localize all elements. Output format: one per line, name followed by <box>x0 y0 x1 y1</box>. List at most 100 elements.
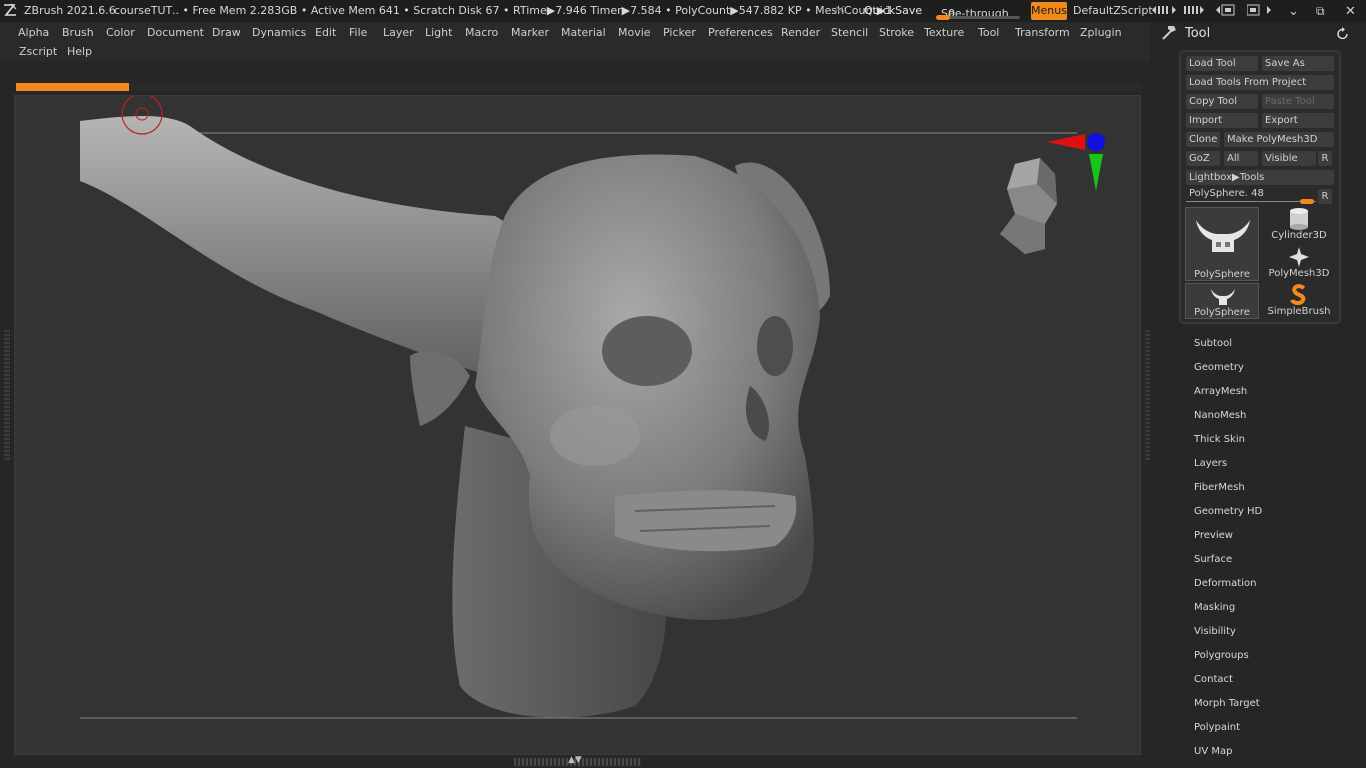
tool-thumb-polymesh3d[interactable]: PolyMesh3D <box>1262 246 1336 282</box>
menu-stroke[interactable]: Stroke <box>879 26 914 39</box>
menu-zscript[interactable]: Zscript <box>19 45 57 58</box>
resize-width-icon[interactable] <box>1184 4 1204 16</box>
default-zscript-button[interactable]: DefaultZScript <box>1073 4 1153 17</box>
menu-file[interactable]: File <box>349 26 367 39</box>
subpalette-polygroups[interactable]: Polygroups <box>1194 650 1249 661</box>
subpalette-layers[interactable]: Layers <box>1194 458 1227 469</box>
menu-help[interactable]: Help <box>67 45 92 58</box>
menu-macro[interactable]: Macro <box>465 26 498 39</box>
goz-button[interactable]: GoZ <box>1186 151 1220 166</box>
subpalette-polypaint[interactable]: Polypaint <box>1194 722 1240 733</box>
zbrush-logo-icon <box>4 3 17 16</box>
menu-edit[interactable]: Edit <box>315 26 336 39</box>
menu-transform[interactable]: Transform <box>1015 26 1070 39</box>
quicksave-button[interactable]: QuickSave <box>864 4 922 17</box>
subpalette-deformation[interactable]: Deformation <box>1194 578 1256 589</box>
restore-icon[interactable]: ⧉ <box>1316 4 1325 19</box>
menu-zplugin[interactable]: Zplugin <box>1080 26 1122 39</box>
menu-color[interactable]: Color <box>106 26 135 39</box>
main-menu-bar: Alpha Brush Color Document Draw Dynamics… <box>0 22 1150 62</box>
tool-thumb-polysphere-subtool[interactable]: PolySphere <box>1185 283 1259 319</box>
tool-slider-track <box>1186 201 1316 202</box>
tray-arrows-icon: ▲▼ <box>568 755 582 765</box>
see-through-knob[interactable] <box>936 15 950 20</box>
tool-thumb-polysphere[interactable]: PolySphere <box>1185 207 1259 281</box>
menu-tool[interactable]: Tool <box>978 26 999 39</box>
menu-preferences[interactable]: Preferences <box>708 26 773 39</box>
menu-material[interactable]: Material <box>561 26 606 39</box>
tool-slider-knob[interactable] <box>1300 199 1314 204</box>
save-as-button[interactable]: Save As <box>1262 56 1334 71</box>
tool-thumb-simplebrush[interactable]: SimpleBrush <box>1262 283 1336 319</box>
tool-slider-label: PolySphere. 48 <box>1189 188 1264 199</box>
menu-texture[interactable]: Texture <box>924 26 964 39</box>
goz-all-button[interactable]: All <box>1224 151 1258 166</box>
skull-small-icon <box>1211 289 1235 305</box>
subpalette-morph-target[interactable]: Morph Target <box>1194 698 1260 709</box>
reset-icon[interactable] <box>1336 27 1350 41</box>
subpalette-geometry[interactable]: Geometry <box>1194 362 1244 373</box>
title-bar: ZBrush 2021.6.6 courseTUT .. • Free Mem … <box>0 0 1366 22</box>
document-canvas[interactable] <box>14 95 1141 755</box>
menu-brush[interactable]: Brush <box>62 26 94 39</box>
subpalette-visibility[interactable]: Visibility <box>1194 626 1236 637</box>
project-name: courseTUT <box>114 4 173 17</box>
subpalette-surface[interactable]: Surface <box>1194 554 1232 565</box>
tool-thumb-cylinder3d[interactable]: Cylinder3D <box>1262 207 1336 243</box>
export-button[interactable]: Export <box>1262 113 1334 128</box>
subpalette-masking[interactable]: Masking <box>1194 602 1235 613</box>
close-icon[interactable]: ✕ <box>1345 4 1356 19</box>
left-tray-handle[interactable] <box>4 330 10 460</box>
sculpt-model[interactable] <box>15 96 1141 755</box>
subpalette-arraymesh[interactable]: ArrayMesh <box>1194 386 1247 397</box>
subpalette-fibermesh[interactable]: FiberMesh <box>1194 482 1245 493</box>
subpalette-preview[interactable]: Preview <box>1194 530 1233 541</box>
subpalette-geometry-hd[interactable]: Geometry HD <box>1194 506 1262 517</box>
goz-visible-button[interactable]: Visible <box>1262 151 1316 166</box>
menu-alpha[interactable]: Alpha <box>18 26 49 39</box>
cylinder-icon <box>1290 208 1308 230</box>
tool-slider[interactable]: PolySphere. 48 <box>1186 187 1316 204</box>
tool-palette-title: Tool <box>1185 26 1211 41</box>
see-through-slider[interactable]: See-through 0 <box>936 2 1020 20</box>
menu-light[interactable]: Light <box>425 26 452 39</box>
progress-track <box>16 83 1142 91</box>
menu-marker[interactable]: Marker <box>511 26 549 39</box>
app-version: ZBrush 2021.6.6 <box>24 4 116 17</box>
tool-thumb-label: PolySphere <box>1194 307 1250 318</box>
tool-slider-r-button[interactable]: R <box>1318 189 1332 204</box>
make-polymesh3d-button[interactable]: Make PolyMesh3D <box>1224 132 1334 147</box>
paste-tool-button[interactable]: Paste Tool <box>1262 94 1334 109</box>
menu-dynamics[interactable]: Dynamics <box>252 26 306 39</box>
bottom-tray-handle[interactable]: ▲▼ <box>514 755 642 766</box>
menu-picker[interactable]: Picker <box>663 26 696 39</box>
subpalette-nanomesh[interactable]: NanoMesh <box>1194 410 1246 421</box>
subpalette-uv-map[interactable]: UV Map <box>1194 746 1232 757</box>
menu-layer[interactable]: Layer <box>383 26 414 39</box>
goz-r-button[interactable]: R <box>1318 151 1332 166</box>
clone-button[interactable]: Clone <box>1186 132 1220 147</box>
import-button[interactable]: Import <box>1186 113 1258 128</box>
progress-bar <box>16 83 129 91</box>
minimize-icon[interactable]: ⌄ <box>1288 4 1299 19</box>
menu-render[interactable]: Render <box>781 26 820 39</box>
subpalette-contact[interactable]: Contact <box>1194 674 1233 685</box>
layout-icon[interactable] <box>1247 3 1271 17</box>
menu-document[interactable]: Document <box>147 26 204 39</box>
memory-stats: .. • Free Mem 2.283GB • Active Mem 641 •… <box>172 4 893 17</box>
menu-stencil[interactable]: Stencil <box>831 26 868 39</box>
menu-movie[interactable]: Movie <box>618 26 651 39</box>
load-tool-button[interactable]: Load Tool <box>1186 56 1258 71</box>
menu-draw[interactable]: Draw <box>212 26 241 39</box>
copy-tool-button[interactable]: Copy Tool <box>1186 94 1258 109</box>
subpalette-thick-skin[interactable]: Thick Skin <box>1194 434 1245 445</box>
swap-layout-icon[interactable] <box>1216 3 1240 17</box>
menus-toggle-button[interactable]: Menus <box>1031 2 1067 20</box>
subpalette-subtool[interactable]: Subtool <box>1194 338 1232 349</box>
load-tools-from-project-button[interactable]: Load Tools From Project <box>1186 75 1334 90</box>
tool-palette-header[interactable]: Tool <box>1160 24 1360 44</box>
lightbox-tools-button[interactable]: Lightbox▶Tools <box>1186 170 1334 185</box>
resize-icon[interactable] <box>1152 4 1176 16</box>
axis-gizmo-icon[interactable] <box>1045 131 1109 196</box>
ac-indicator[interactable]: AC <box>834 6 846 16</box>
